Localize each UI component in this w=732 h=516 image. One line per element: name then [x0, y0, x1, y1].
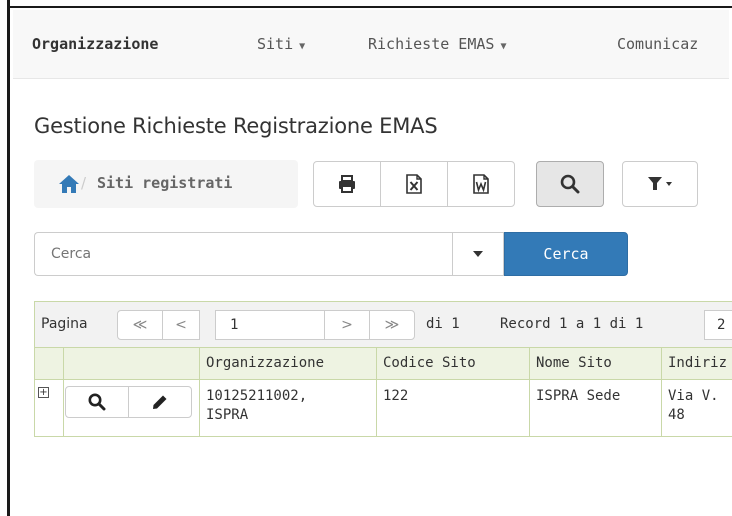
cell-codice-sito: 122: [377, 380, 530, 436]
chevron-right-icon: >: [341, 317, 353, 333]
filter-dropdown-button[interactable]: [622, 161, 698, 207]
search-submit-button[interactable]: Cerca: [504, 232, 628, 276]
search-icon: [88, 393, 106, 411]
toggle-search-button[interactable]: [536, 161, 604, 207]
nav-item-richieste-emas[interactable]: Richieste EMAS ▼: [368, 10, 506, 78]
pencil-icon: [153, 395, 167, 409]
total-pages-text: di 1: [426, 316, 460, 332]
breadcrumb-current: Siti registrati: [97, 174, 233, 192]
view-row-button[interactable]: [65, 386, 129, 418]
search-options-dropdown[interactable]: [452, 232, 504, 276]
record-count-text: Record 1 a 1 di 1: [500, 316, 644, 332]
pager-label: Pagina: [41, 316, 88, 332]
chevron-down-icon: ▼: [500, 41, 507, 52]
page-size-select[interactable]: 2: [704, 310, 732, 340]
search-input[interactable]: [34, 232, 452, 276]
double-chevron-left-icon: ≪: [132, 317, 148, 333]
expand-row-icon[interactable]: +: [38, 387, 49, 398]
chevron-left-icon: <: [175, 317, 187, 333]
nav-item-siti-label: Siti: [257, 35, 294, 53]
cell-indirizzo-line2: 48: [668, 407, 685, 423]
double-chevron-right-icon: ≫: [384, 317, 400, 333]
export-word-button[interactable]: [447, 161, 515, 207]
print-icon: [339, 175, 355, 193]
current-page-input[interactable]: 1: [215, 310, 337, 340]
grid-pager: Pagina ≪ < 1 > ≫ di 1 Record 1 a 1 di 1 …: [35, 302, 732, 348]
nav-item-richieste-label: Richieste EMAS: [368, 35, 495, 53]
window-top-border: [0, 0, 732, 8]
cell-organizzazione: 10125211002, ISPRA: [200, 380, 377, 436]
nav-brand-organizzazione[interactable]: Organizzazione: [32, 10, 158, 78]
column-header-nome-sito[interactable]: Nome Sito: [530, 348, 662, 380]
column-header-codice-sito[interactable]: Codice Sito: [377, 348, 530, 380]
breadcrumb-separator: /: [81, 174, 87, 192]
home-icon[interactable]: [58, 174, 80, 194]
top-navbar: Organizzazione Siti ▼ Richieste EMAS ▼ Com…: [13, 10, 729, 79]
cell-indirizzo-line1: Via V.: [668, 388, 719, 404]
filter-icon: [648, 177, 672, 190]
header-actions-column: [64, 348, 200, 380]
next-page-button[interactable]: >: [324, 310, 370, 340]
excel-icon: [406, 174, 422, 194]
data-grid: Pagina ≪ < 1 > ≫ di 1 Record 1 a 1 di 1 …: [34, 301, 732, 437]
last-page-button[interactable]: ≫: [369, 310, 415, 340]
page-title: Gestione Richieste Registrazione EMAS: [34, 114, 438, 138]
cell-nome-sito: ISPRA Sede: [530, 380, 662, 436]
header-expander-column: [35, 348, 64, 380]
edit-row-button[interactable]: [128, 386, 192, 418]
word-icon: [473, 174, 489, 194]
first-page-button[interactable]: ≪: [117, 310, 163, 340]
window-left-border: [0, 0, 10, 516]
nav-item-siti[interactable]: Siti ▼: [257, 10, 305, 78]
cell-indirizzo: Via V. 48: [662, 380, 732, 436]
column-header-organizzazione[interactable]: Organizzazione: [200, 348, 377, 380]
column-header-indirizzo[interactable]: Indiriz: [662, 348, 732, 380]
caret-down-icon: [473, 251, 483, 257]
search-icon: [560, 174, 580, 194]
print-button[interactable]: [313, 161, 381, 207]
prev-page-button[interactable]: <: [162, 310, 200, 340]
breadcrumb: / Siti registrati: [34, 160, 298, 208]
cell-organizzazione-line2: ISPRA: [206, 407, 249, 423]
cell-organizzazione-line1: 10125211002,: [206, 388, 308, 404]
nav-item-comunicazioni[interactable]: Comunicaz: [617, 10, 698, 78]
chevron-down-icon: ▼: [299, 41, 306, 52]
export-excel-button[interactable]: [380, 161, 448, 207]
